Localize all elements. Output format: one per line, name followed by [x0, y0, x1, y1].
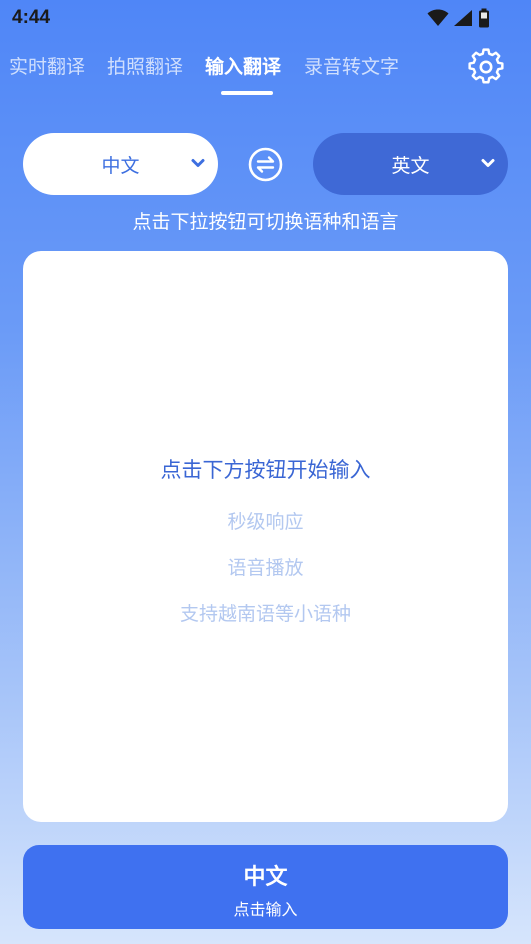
language-switch-hint: 点击下拉按钮可切换语种和语言	[132, 211, 399, 233]
signal-icon	[454, 10, 472, 26]
battery-icon	[479, 8, 489, 28]
status-time: 4:44	[12, 7, 51, 28]
translation-input-card: 点击下方按钮开始输入 秒级响应 语音播放 支持越南语等小语种	[23, 251, 508, 822]
feature-text: 语音播放	[227, 557, 304, 579]
tab-input-translate[interactable]: 输入翻译	[205, 52, 281, 79]
source-language-dropdown[interactable]: 中文	[23, 133, 218, 195]
wifi-icon	[427, 9, 449, 26]
status-bar: 4:44	[0, 0, 531, 36]
tab-bar: 实时翻译 拍照翻译 输入翻译 录音转文字	[0, 52, 531, 96]
swap-language-button[interactable]	[248, 147, 283, 182]
status-icons	[427, 8, 491, 28]
target-language-label: 英文	[391, 154, 430, 177]
input-button-language: 中文	[243, 865, 288, 890]
feature-text: 秒级响应	[227, 511, 304, 533]
source-language-label: 中文	[101, 154, 140, 177]
tab-photo-translate[interactable]: 拍照翻译	[107, 52, 183, 79]
feature-text: 支持越南语等小语种	[179, 603, 351, 625]
target-language-dropdown[interactable]: 英文	[313, 133, 508, 195]
input-button-label: 点击输入	[233, 900, 298, 919]
start-input-button[interactable]: 中文 点击输入	[23, 845, 508, 929]
gear-icon	[468, 48, 504, 84]
card-title: 点击下方按钮开始输入	[160, 458, 371, 482]
chevron-down-icon	[481, 159, 495, 167]
tab-realtime-translate[interactable]: 实时翻译	[9, 52, 85, 79]
settings-button[interactable]	[467, 48, 505, 86]
active-tab-indicator	[221, 91, 273, 95]
tab-recording-to-text[interactable]: 录音转文字	[304, 52, 399, 79]
chevron-down-icon	[191, 159, 205, 167]
swap-icon	[248, 147, 283, 182]
